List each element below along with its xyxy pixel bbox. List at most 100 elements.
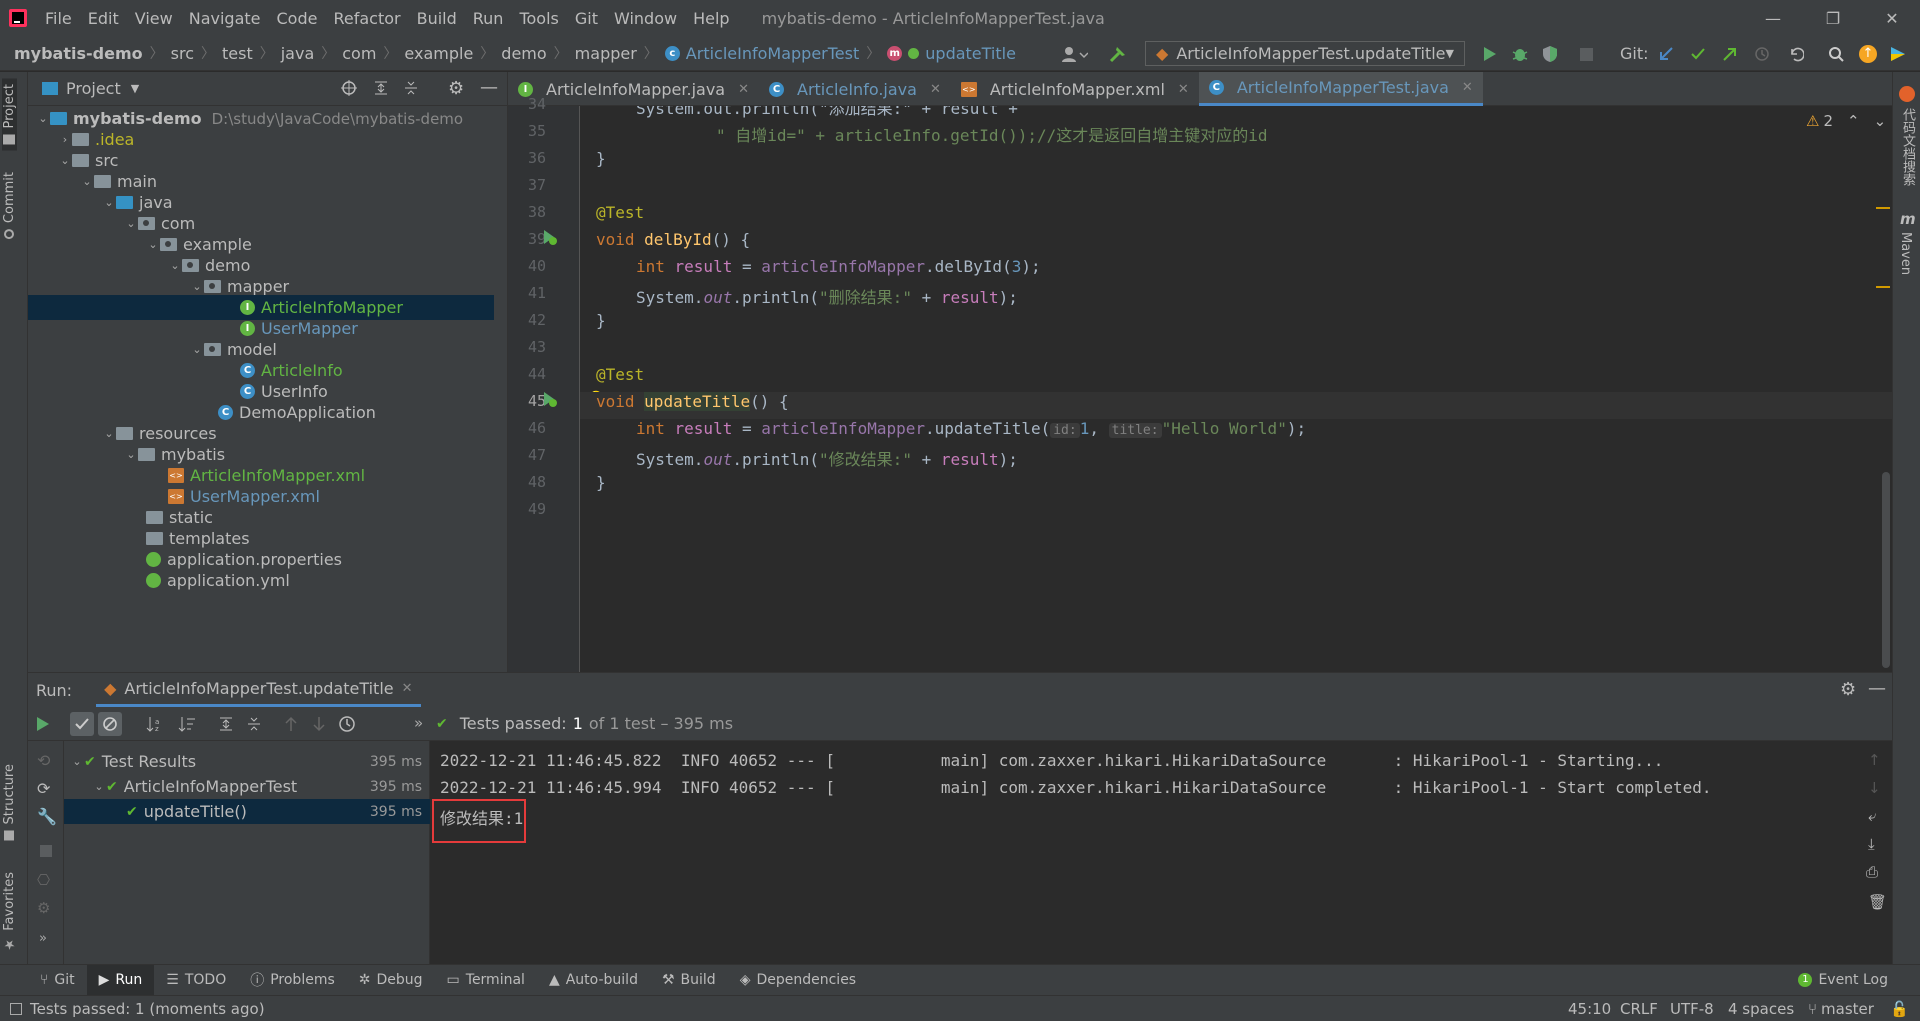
previous-failed-icon[interactable] — [284, 716, 298, 732]
status-message[interactable]: Tests passed: 1 (moments ago) — [22, 1000, 273, 1018]
tool-tab-dependencies[interactable]: ◈ Dependencies — [728, 965, 868, 996]
tab-articleinfomappertest-java[interactable]: C ArticleInfoMapperTest.java ✕ — [1198, 72, 1483, 106]
gear-icon[interactable]: ⚙ — [1840, 679, 1856, 700]
tool-tab-build[interactable]: ⚒ Build — [650, 965, 728, 996]
breadcrumb-java[interactable]: java — [281, 44, 315, 63]
collapse-all-icon[interactable] — [246, 716, 262, 732]
project-view-select[interactable]: Project — [66, 79, 121, 98]
tool-tab-terminal[interactable]: ▭ Terminal — [435, 965, 537, 996]
git-push-icon[interactable] — [1720, 44, 1740, 64]
stop-icon[interactable] — [40, 845, 52, 857]
plugin-icon[interactable] — [1888, 44, 1908, 64]
menu-run[interactable]: Run — [465, 9, 512, 28]
breadcrumb-demo[interactable]: demo — [501, 44, 546, 63]
lock-icon[interactable]: 🔓 — [1890, 1000, 1909, 1018]
stop-icon[interactable] — [1576, 44, 1596, 64]
run-test-gutter-icon[interactable] — [540, 228, 558, 246]
breadcrumb-method[interactable]: updateTitle — [925, 44, 1016, 63]
rollback-icon[interactable] — [1786, 44, 1806, 64]
user-icon[interactable] — [1060, 44, 1090, 64]
camera-icon[interactable]: ⎔ — [37, 871, 50, 889]
menu-navigate[interactable]: Navigate — [181, 9, 269, 28]
up-arrow-icon[interactable]: ↑ — [1868, 751, 1881, 769]
locate-icon[interactable] — [341, 80, 357, 96]
rerun-icon[interactable] — [36, 716, 50, 732]
breadcrumb-project[interactable]: mybatis-demo — [14, 44, 143, 63]
expand-all-icon[interactable] — [218, 716, 234, 732]
tool-tab-debug[interactable]: ✲ Debug — [347, 965, 435, 996]
chevron-down-icon[interactable]: ▼ — [131, 82, 139, 95]
restore-layout-icon[interactable]: ⟳ — [37, 779, 50, 798]
close-window-button[interactable]: ✕ — [1864, 0, 1920, 36]
hide-panel-icon[interactable]: — — [1868, 678, 1886, 699]
tool-tab-event-log[interactable]: 1 Event Log — [1786, 965, 1900, 996]
restore-button[interactable]: ❐ — [1805, 0, 1861, 36]
next-failed-icon[interactable] — [312, 716, 326, 732]
gear-icon[interactable]: ⚙ — [448, 78, 464, 99]
hide-panel-icon[interactable]: — — [480, 77, 498, 98]
breadcrumb-class[interactable]: ArticleInfoMapperTest — [686, 44, 859, 63]
tool-tab-git[interactable]: ⑂ Git — [28, 965, 87, 996]
minimize-button[interactable]: — — [1745, 0, 1801, 36]
settings-icon[interactable]: ⚙ — [37, 899, 50, 917]
more-icon[interactable]: » — [414, 714, 423, 732]
print-icon[interactable]: ⎙ — [1866, 863, 1878, 881]
breadcrumb-src[interactable]: src — [171, 44, 194, 63]
menu-build[interactable]: Build — [409, 9, 465, 28]
menu-refactor[interactable]: Refactor — [325, 9, 408, 28]
down-arrow-icon[interactable]: ↓ — [1868, 779, 1881, 797]
run-icon[interactable] — [1480, 44, 1500, 64]
scroll-to-end-icon[interactable]: ⤓ — [1868, 835, 1875, 853]
maven-tool-tab[interactable]: Maven — [1898, 232, 1913, 275]
tool-tab-problems[interactable]: ⓘ Problems — [238, 965, 347, 996]
warning-marker[interactable] — [1876, 207, 1890, 209]
pin-icon[interactable]: ⟲ — [37, 751, 50, 770]
breadcrumb-test[interactable]: test — [222, 44, 253, 63]
layout-toggle-icon[interactable] — [10, 1002, 22, 1015]
update-icon[interactable]: ↑ — [1858, 44, 1878, 64]
test-history-icon[interactable] — [338, 715, 356, 733]
git-commit-icon[interactable] — [1688, 44, 1708, 64]
menu-git[interactable]: Git — [567, 9, 606, 28]
coverage-icon[interactable] — [1540, 44, 1560, 64]
caret-position[interactable]: 45:10 — [1560, 1000, 1619, 1018]
show-ignored-toggle[interactable] — [98, 712, 122, 736]
tool-tab-run[interactable]: ▶ Run — [86, 964, 155, 996]
git-update-icon[interactable] — [1656, 44, 1676, 64]
menu-view[interactable]: View — [127, 9, 181, 28]
search-icon[interactable] — [1826, 44, 1846, 64]
soft-wrap-icon[interactable]: ⤶ — [1868, 807, 1876, 825]
test-node-results[interactable]: ⌄ ✔ Test Results 395 ms — [64, 749, 430, 774]
warning-marker[interactable] — [1876, 286, 1890, 288]
plugin-tool-tab[interactable]: 代码文档搜索 — [1898, 108, 1917, 186]
tool-tab-todo[interactable]: ☰ TODO — [154, 965, 238, 996]
menu-file[interactable]: File — [37, 9, 80, 28]
code-area[interactable]: System.out.println("添加结果:" + result + " … — [580, 106, 1870, 672]
expand-all-icon[interactable] — [373, 80, 389, 96]
tree-node-application-yml[interactable]: application.yml — [28, 568, 494, 593]
tool-tab-auto-build[interactable]: ▲ Auto-build — [537, 965, 650, 996]
editor-scrollbar[interactable] — [1882, 472, 1890, 668]
tab-articleinfomapper-xml[interactable]: <> ArticleInfoMapper.xml ✕ — [951, 72, 1199, 106]
collapse-all-icon[interactable] — [403, 80, 419, 96]
git-branch-widget[interactable]: ⑂ master — [1800, 1000, 1882, 1018]
indent-setting[interactable]: 4 spaces — [1720, 1000, 1802, 1018]
breadcrumb-mapper[interactable]: mapper — [575, 44, 637, 63]
sort-duration-icon[interactable] — [178, 716, 196, 732]
debug-icon[interactable] — [1510, 44, 1530, 64]
run-test-gutter-icon[interactable] — [540, 390, 558, 408]
more-icon[interactable]: » — [39, 931, 47, 946]
menu-tools[interactable]: Tools — [511, 9, 566, 28]
sort-alpha-icon[interactable]: az — [146, 716, 164, 732]
build-hammer-icon[interactable] — [1108, 44, 1128, 64]
wrench-icon[interactable]: 🔧 — [37, 807, 57, 826]
breadcrumb-example[interactable]: example — [404, 44, 473, 63]
test-node-class[interactable]: ⌄ ✔ ArticleInfoMapperTest 395 ms — [64, 774, 430, 799]
show-passed-toggle[interactable] — [70, 712, 94, 736]
history-icon[interactable] — [1752, 44, 1772, 64]
project-tool-tab[interactable]: Project — [2, 78, 17, 151]
menu-help[interactable]: Help — [685, 9, 737, 28]
breadcrumb-com[interactable]: com — [342, 44, 376, 63]
favorites-tool-tab[interactable]: ★ Favorites — [2, 872, 17, 952]
menu-code[interactable]: Code — [269, 9, 326, 28]
